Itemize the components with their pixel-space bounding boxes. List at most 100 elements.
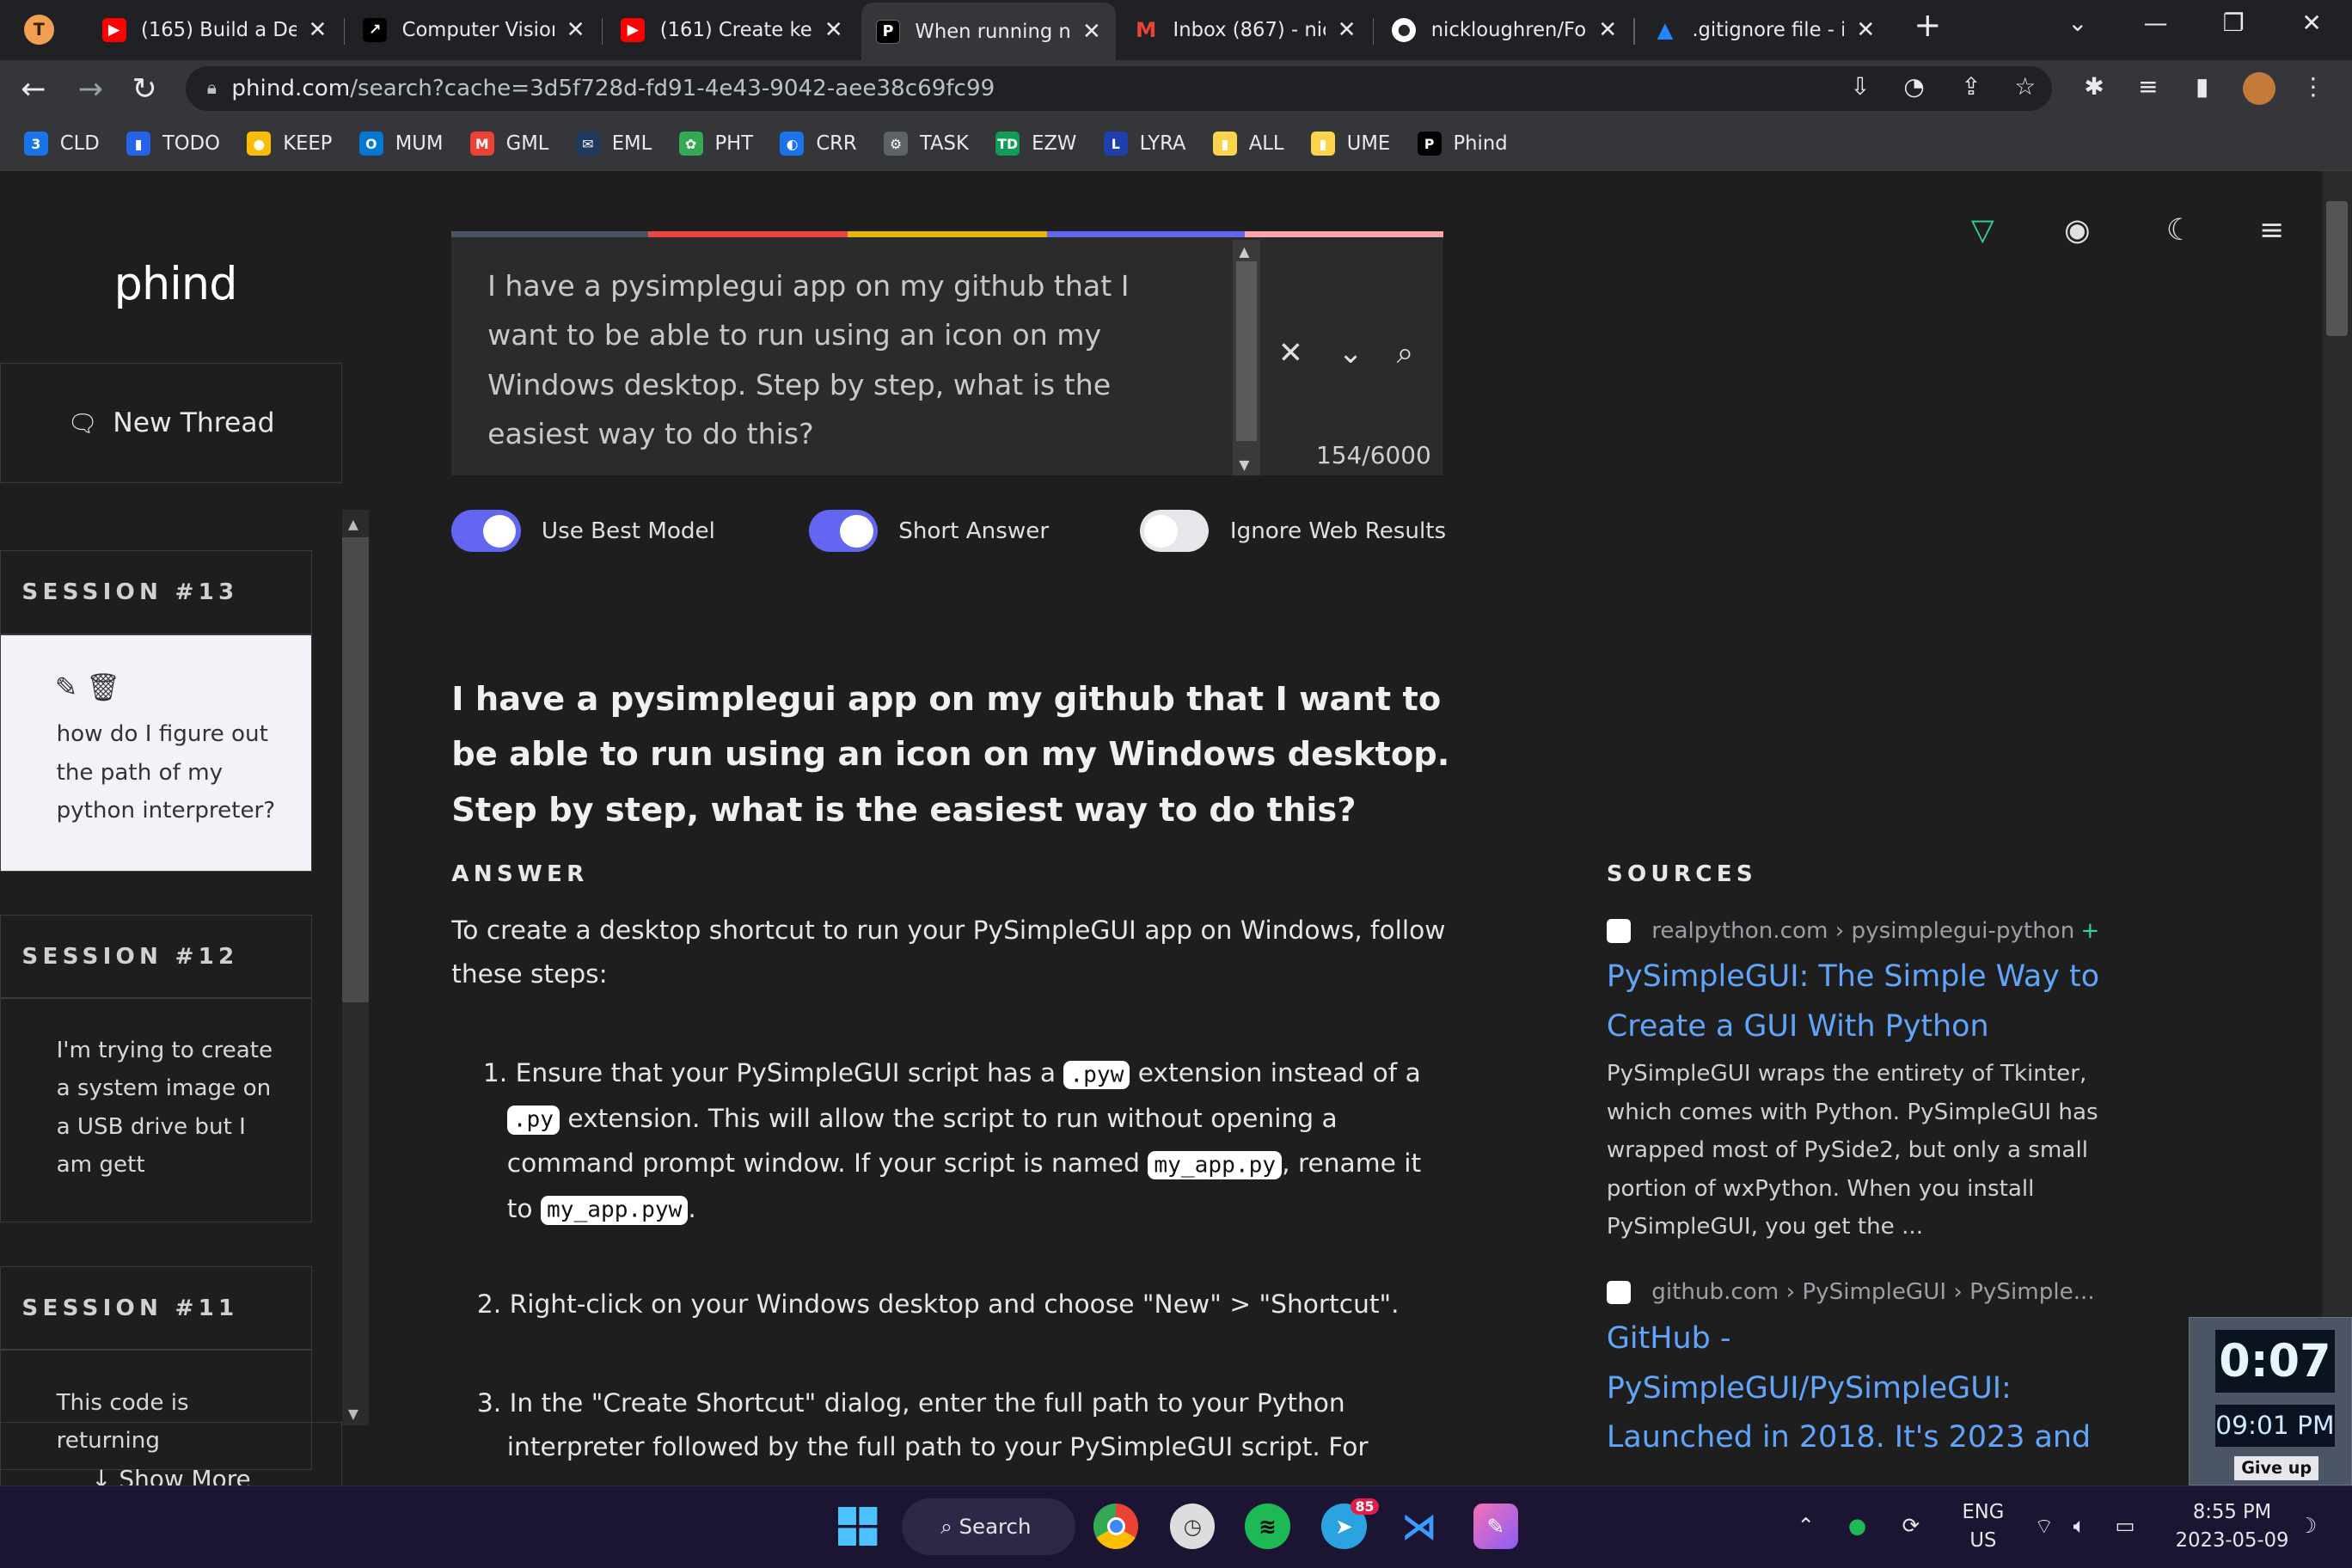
search-input[interactable]: I have a pysimplegui app on my github th…: [487, 261, 1208, 459]
vscode-icon[interactable]: ⋊: [1397, 1504, 1442, 1548]
language-indicator[interactable]: ENG US: [1953, 1498, 2013, 1555]
session-item-12[interactable]: I'm trying to create a system image on a…: [0, 997, 312, 1223]
moon-icon[interactable]: ☾: [2166, 213, 2193, 248]
switch[interactable]: [1140, 510, 1210, 553]
new-thread-button[interactable]: 🗨︎ New Thread: [0, 363, 342, 483]
install-app-icon[interactable]: ⇩: [1842, 72, 1878, 101]
spotify-tray-icon[interactable]: ●: [1848, 1513, 1866, 1538]
bookmark-ezw[interactable]: TD EZW: [995, 132, 1076, 156]
back-icon[interactable]: ←: [21, 72, 46, 107]
bookmark-star-icon[interactable]: ☆: [2007, 72, 2043, 101]
close-icon[interactable]: ✕: [1338, 17, 1357, 43]
minimize-button[interactable]: —: [2133, 9, 2177, 37]
page-scrollbar[interactable]: [2322, 170, 2352, 1485]
tab-youtube-1[interactable]: ▶ (165) Build a Dee ✕: [87, 6, 342, 54]
restore-button[interactable]: ❐: [2211, 9, 2256, 37]
tab-computer-vision[interactable]: ↗ Computer Vision ✕: [348, 6, 600, 54]
bookmark-icon: ●: [247, 132, 272, 156]
sidebar-scrollbar[interactable]: ▲ ▼: [341, 510, 370, 1425]
wifi-icon[interactable]: ⌔: [2034, 1513, 2054, 1540]
tray-chevron-up-icon[interactable]: ⌃: [1798, 1513, 1815, 1538]
new-tab-button[interactable]: +: [1905, 6, 1950, 45]
clear-icon[interactable]: ✕: [1278, 336, 1303, 371]
switch[interactable]: [808, 510, 878, 553]
answer-label: ANSWER: [451, 861, 589, 887]
battery-icon[interactable]: ▭: [2115, 1513, 2135, 1538]
extensions-icon[interactable]: ✱: [2076, 72, 2112, 101]
spotify-icon[interactable]: ≋: [1245, 1504, 1290, 1549]
bookmark-todo[interactable]: ▮ TODO: [126, 132, 220, 156]
bookmark-all[interactable]: ▮ ALL: [1212, 132, 1283, 156]
performance-icon[interactable]: ◔: [1896, 72, 1932, 101]
close-icon[interactable]: ✕: [567, 17, 585, 43]
address-bar[interactable]: 🔒︎ phind.com/search?cache=3d5f728d-fd91-…: [186, 65, 2053, 112]
search-box[interactable]: I have a pysimplegui app on my github th…: [451, 230, 1443, 476]
tab-search-chevron-icon[interactable]: ⌄: [2055, 9, 2100, 37]
show-more-button[interactable]: ↓ Show More: [0, 1422, 342, 1485]
reading-list-icon[interactable]: ≡: [2130, 72, 2166, 101]
bookmark-icon: TD: [995, 132, 1020, 156]
sync-icon[interactable]: ⟳: [1902, 1513, 1920, 1538]
reload-icon[interactable]: ↻: [132, 72, 157, 107]
toggle-ignore-web-results[interactable]: Ignore Web Results: [1140, 510, 1446, 553]
tab-github[interactable]: ● nickloughren/Fo ✕: [1377, 6, 1632, 54]
trash-icon[interactable]: 🗑︎: [86, 672, 120, 703]
tab-gmail[interactable]: M Inbox (867) - nic ✕: [1119, 6, 1371, 54]
volume-icon[interactable]: 🔈︎: [2073, 1513, 2086, 1538]
bookmark-gml[interactable]: M GML: [469, 132, 548, 156]
close-icon[interactable]: ✕: [824, 17, 843, 43]
expand-icon[interactable]: +: [2080, 918, 2099, 944]
windows-start-icon[interactable]: [836, 1504, 880, 1548]
tab-youtube-2[interactable]: ▶ (161) Create key ✕: [606, 6, 858, 54]
telegram-icon[interactable]: ➤ 85: [1321, 1498, 1379, 1549]
tab-phind-active[interactable]: P When running n ✕: [861, 3, 1117, 60]
session-item-13[interactable]: ✎ 🗑︎ how do I figure out the path of my …: [0, 634, 312, 872]
app-icon[interactable]: ✎: [1473, 1504, 1518, 1549]
edit-icon[interactable]: ✎: [55, 672, 77, 703]
chevron-down-icon[interactable]: ⌄: [1338, 336, 1363, 371]
clock-app-icon[interactable]: ◷: [1170, 1504, 1216, 1549]
bookmark-task[interactable]: ⚙ TASK: [884, 132, 969, 156]
filter-icon[interactable]: ▽: [1971, 213, 1994, 248]
source-link[interactable]: PySimpleGUI: The Simple Way to Create a …: [1607, 952, 2116, 1051]
switch[interactable]: [451, 510, 521, 553]
toggle-short-answer[interactable]: Short Answer: [808, 510, 1049, 553]
give-up-button[interactable]: Give up: [2234, 1455, 2319, 1480]
bookmark-label: CLD: [59, 132, 100, 156]
taskbar-search[interactable]: ⌕ Search: [901, 1498, 1076, 1555]
bookmark-label: KEEP: [283, 132, 333, 156]
discord-icon[interactable]: ◉: [2064, 213, 2090, 248]
share-icon[interactable]: ⇪: [1953, 72, 1989, 101]
bookmark-pht[interactable]: ✿ PHT: [678, 132, 753, 156]
bookmark-mum[interactable]: O MUM: [358, 132, 443, 156]
close-icon[interactable]: ✕: [1082, 19, 1101, 45]
forward-icon[interactable]: →: [78, 72, 103, 107]
search-scrollbar[interactable]: ▲ ▼: [1233, 240, 1260, 476]
chrome-icon[interactable]: [1093, 1504, 1139, 1549]
close-window-button[interactable]: ✕: [2289, 9, 2334, 37]
menu-kebab-icon[interactable]: ⋮: [2295, 72, 2331, 101]
phind-logo[interactable]: phind: [114, 258, 238, 310]
bookmark-crr[interactable]: ◐ CRR: [780, 132, 857, 156]
bookmark-eml[interactable]: ✉ EML: [575, 132, 652, 156]
avatar[interactable]: [2241, 71, 2277, 111]
bookmark-keep[interactable]: ● KEEP: [247, 132, 332, 156]
bookmark-ume[interactable]: ▮ UME: [1310, 132, 1390, 156]
elapsed-time: 0:07: [2214, 1330, 2336, 1393]
close-icon[interactable]: ✕: [1598, 17, 1617, 43]
bookmark-cld[interactable]: 3 CLD: [23, 132, 100, 156]
close-icon[interactable]: ✕: [1856, 17, 1875, 43]
bookmark-phind[interactable]: P Phind: [1417, 132, 1508, 156]
tab-atlassian[interactable]: ▲ .gitignore file - i ✕: [1638, 6, 1890, 54]
source-link[interactable]: GitHub - PySimpleGUI/PySimpleGUI: Launch…: [1607, 1314, 2116, 1485]
notification-moon-icon[interactable]: ☽: [2298, 1513, 2317, 1538]
hamburger-menu-icon[interactable]: ≡: [2259, 213, 2284, 248]
bookmark-icon: ◐: [780, 132, 805, 156]
taskbar-clock[interactable]: 8:55 PM 2023-05-09: [2160, 1498, 2305, 1555]
close-icon[interactable]: ✕: [308, 17, 327, 43]
side-panel-icon[interactable]: ▮: [2184, 72, 2220, 101]
bookmark-lyra[interactable]: L LYRA: [1103, 132, 1185, 156]
search-icon[interactable]: ⌕: [1397, 336, 1414, 371]
profile-tab-icon[interactable]: T: [23, 6, 69, 54]
toggle-use-best-model[interactable]: Use Best Model: [451, 510, 715, 553]
